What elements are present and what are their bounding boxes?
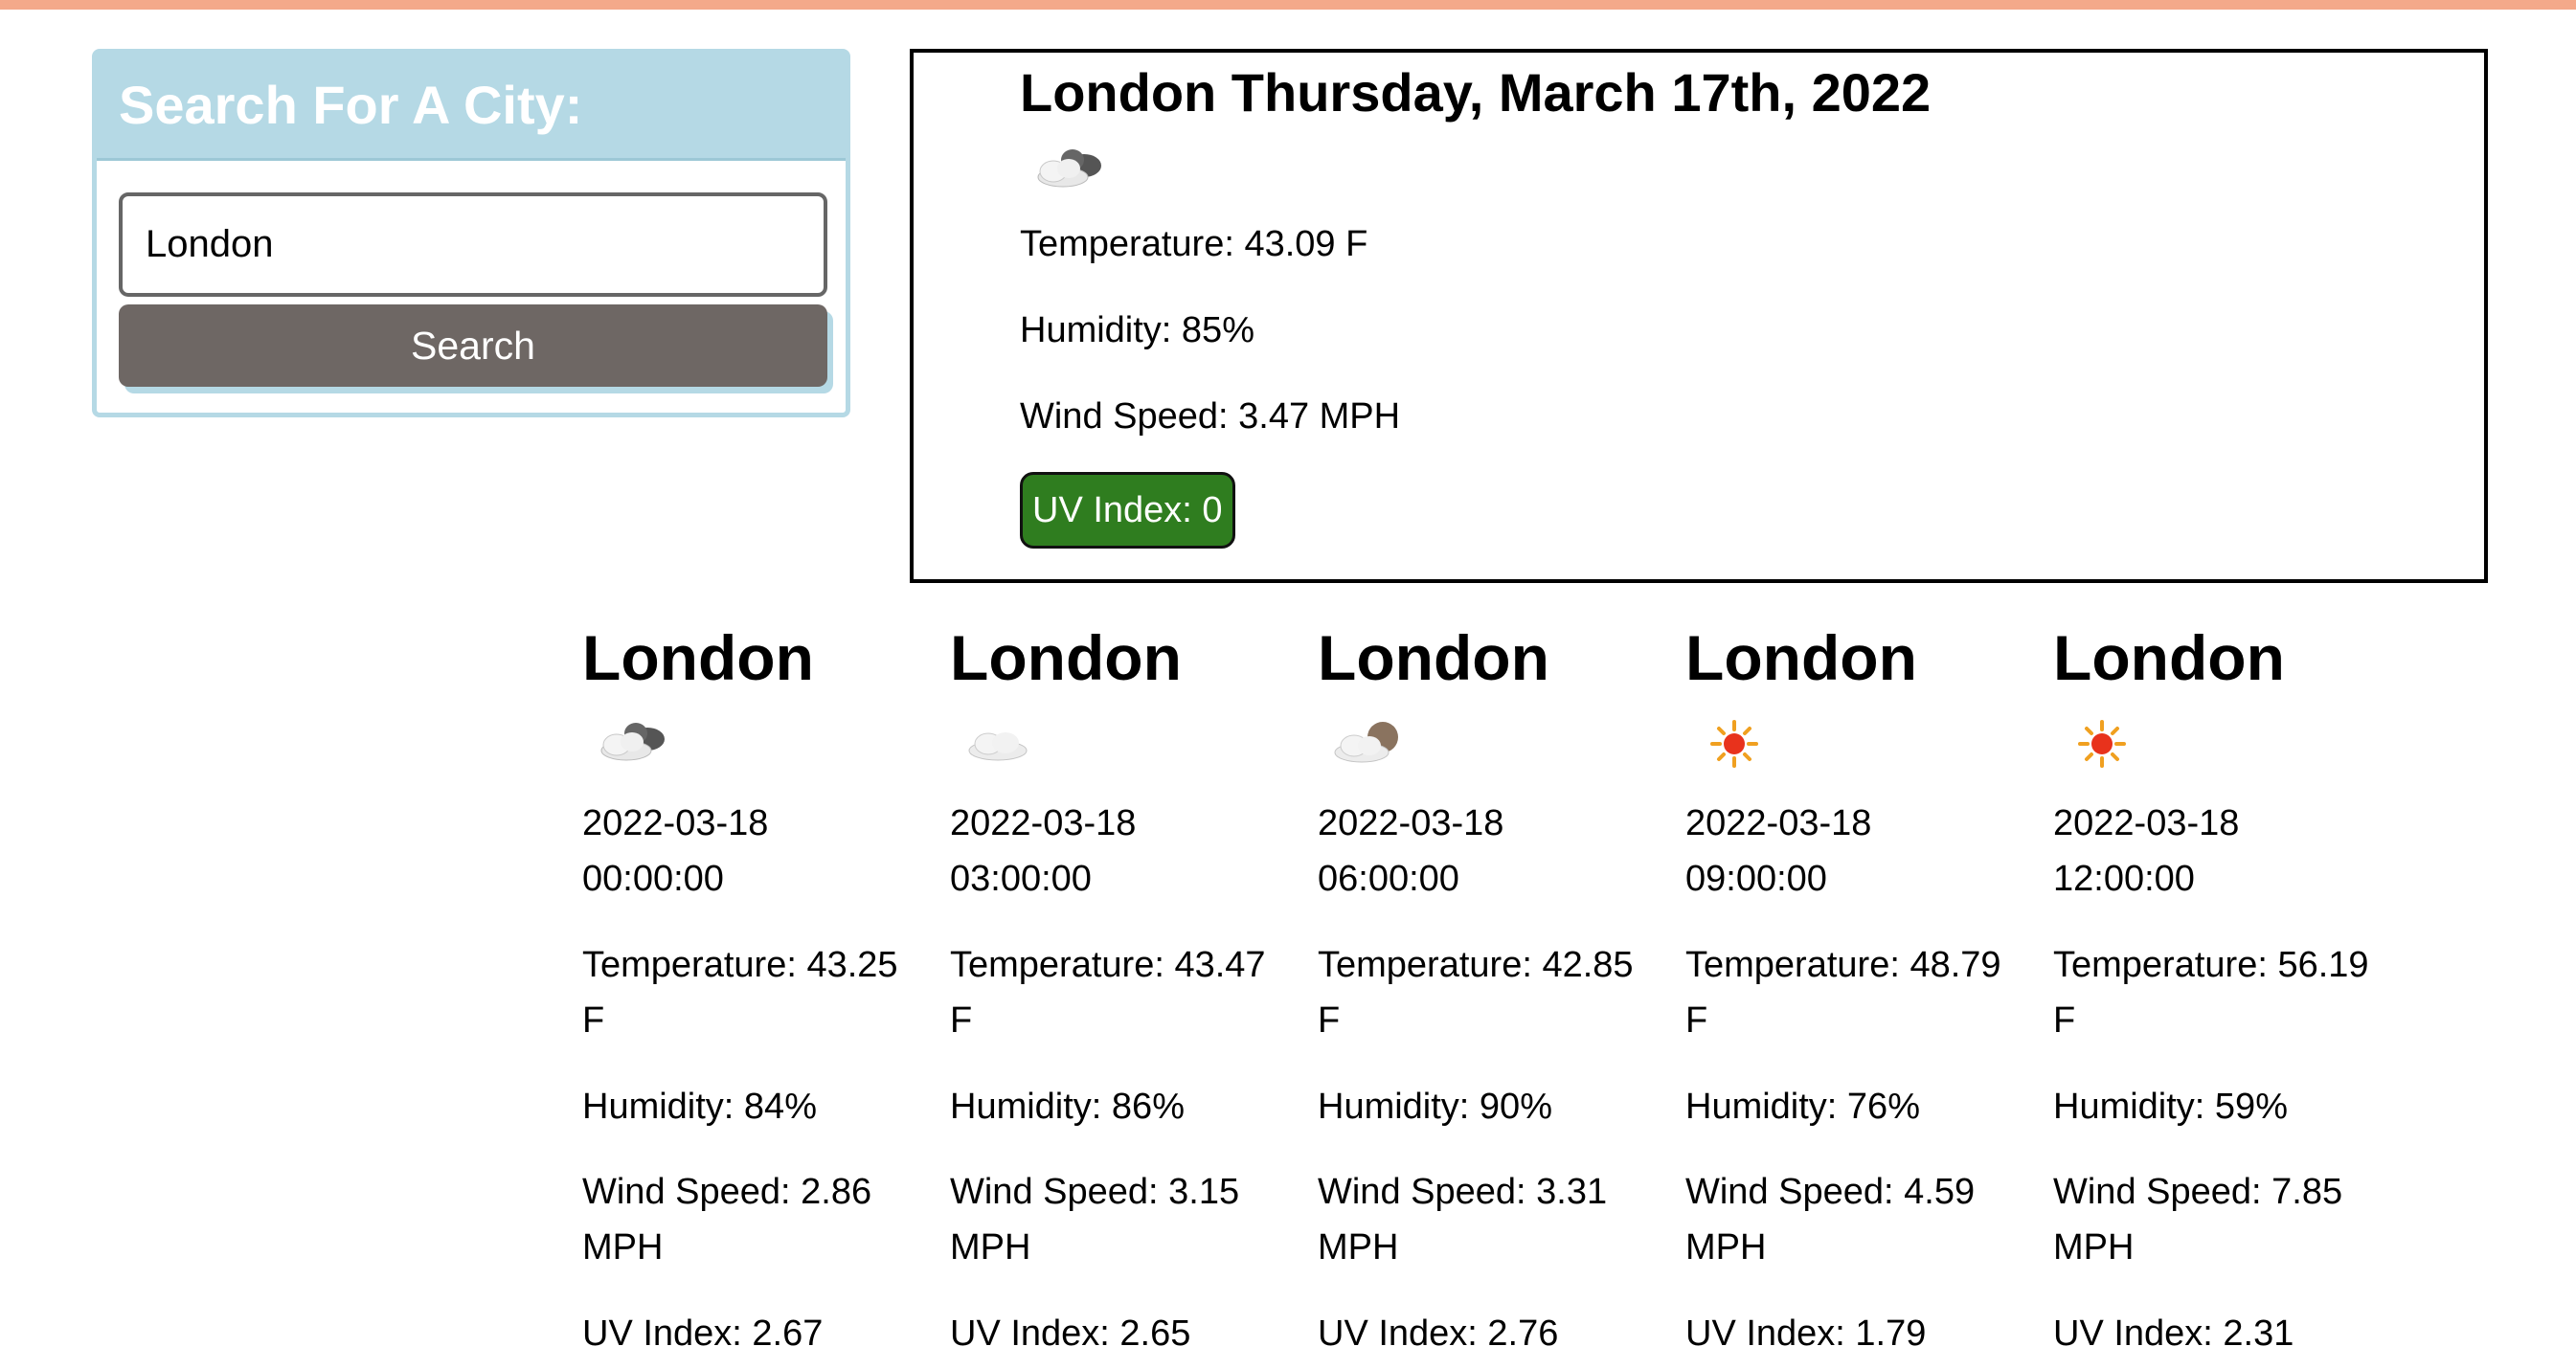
forecast-city: London — [1685, 622, 1917, 693]
forecast-uv-index: UV Index: 2.65 — [950, 1313, 1191, 1354]
forecast-datetime: 2022-03-18 09:00:00 — [1685, 803, 1872, 899]
forecast-uv-index: UV Index: 1.79 — [1685, 1313, 1927, 1354]
forecast-humidity: Humidity: 59% — [2053, 1087, 2288, 1127]
forecast-uv-index: UV Index: 2.76 — [1318, 1313, 1559, 1354]
broken-clouds-icon — [600, 723, 665, 761]
forecast-city: London — [950, 622, 1182, 693]
forecast-humidity: Humidity: 86% — [950, 1087, 1185, 1127]
forecast-temperature: Temperature: 43.47 F — [950, 945, 1266, 1041]
current-wind-speed: Wind Speed: 3.47 MPH — [1020, 396, 1401, 437]
current-weather-panel: London Thursday, March 17th, 2022 Temper… — [910, 49, 2488, 583]
forecast-card: London 2022-03-18 12:00:00 Temperature: … — [2053, 622, 2398, 1369]
city-search-input[interactable] — [119, 192, 827, 297]
forecast-wind-speed: Wind Speed: 4.59 MPH — [1685, 1172, 1976, 1268]
forecast-uv-index: UV Index: 2.31 — [2053, 1313, 2294, 1354]
forecast-city: London — [582, 622, 814, 693]
forecast-datetime: 2022-03-18 12:00:00 — [2053, 803, 2240, 899]
forecast-card: London 2022-03-18 09:00:00 Temperature: … — [1685, 622, 2030, 1369]
forecast-wind-speed: Wind Speed: 3.31 MPH — [1318, 1172, 1608, 1268]
forecast-datetime: 2022-03-18 00:00:00 — [582, 803, 769, 899]
forecast-wind-speed: Wind Speed: 3.15 MPH — [950, 1172, 1240, 1268]
current-temperature: Temperature: 43.09 F — [1020, 224, 1368, 264]
search-title: Search For A City: — [119, 75, 583, 135]
search-button[interactable]: Search — [119, 304, 827, 387]
forecast-datetime: 2022-03-18 03:00:00 — [950, 803, 1137, 899]
current-weather-title: London Thursday, March 17th, 2022 — [1020, 62, 1932, 123]
forecast-temperature: Temperature: 48.79 F — [1685, 945, 2001, 1041]
forecast-temperature: Temperature: 56.19 F — [2053, 945, 2369, 1041]
forecast-humidity: Humidity: 84% — [582, 1087, 817, 1127]
cloud-icon — [968, 732, 1028, 761]
forecast-temperature: Temperature: 42.85 F — [1318, 945, 1634, 1041]
forecast-card: London 2022-03-18 03:00:00 Temperature: … — [950, 622, 1295, 1369]
forecast-humidity: Humidity: 76% — [1685, 1087, 1920, 1127]
cloud-night-icon — [1334, 722, 1398, 763]
forecast-wind-speed: Wind Speed: 7.85 MPH — [2053, 1172, 2343, 1268]
forecast-row: London 2022-03-18 00:00:00 Temperature: … — [582, 622, 2478, 1369]
forecast-card: London 2022-03-18 06:00:00 Temperature: … — [1318, 622, 1662, 1369]
top-accent-bar — [0, 0, 2576, 10]
sun-icon — [1710, 720, 1758, 768]
forecast-card: London 2022-03-18 00:00:00 Temperature: … — [582, 622, 927, 1369]
forecast-city: London — [2053, 622, 2285, 693]
forecast-temperature: Temperature: 43.25 F — [582, 945, 898, 1041]
forecast-uv-index: UV Index: 2.67 — [582, 1313, 824, 1354]
broken-clouds-icon — [1037, 149, 1101, 188]
forecast-wind-speed: Wind Speed: 2.86 MPH — [582, 1172, 872, 1268]
forecast-city: London — [1318, 622, 1549, 693]
current-humidity: Humidity: 85% — [1020, 310, 1254, 350]
search-panel: Search For A City: Search — [92, 49, 850, 417]
forecast-humidity: Humidity: 90% — [1318, 1087, 1552, 1127]
search-header: Search For A City: — [97, 54, 846, 161]
sun-icon — [2078, 720, 2126, 768]
uv-index-badge: UV Index: 0 — [1020, 472, 1235, 549]
forecast-datetime: 2022-03-18 06:00:00 — [1318, 803, 1504, 899]
